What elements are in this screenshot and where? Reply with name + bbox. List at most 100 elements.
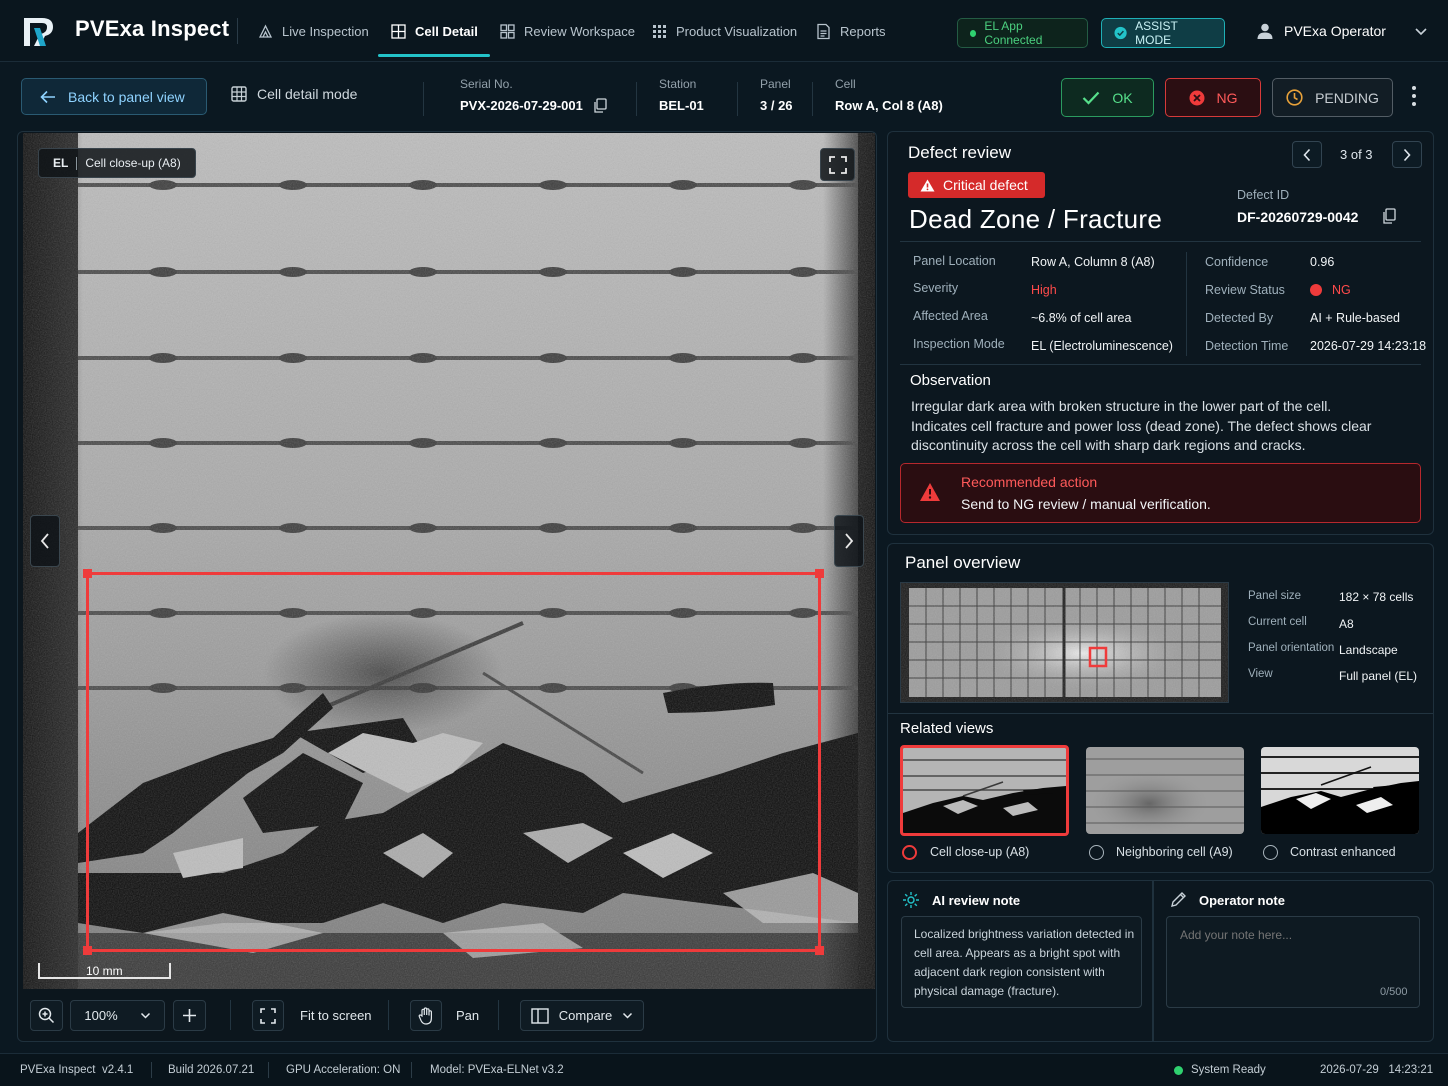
related-view-label[interactable]: Contrast enhanced — [1290, 845, 1396, 859]
dots-grid-icon — [653, 24, 666, 38]
field-value: 2026-07-29 14:23:18 — [1310, 339, 1427, 353]
field-label: Severity — [913, 281, 959, 295]
nav-reports[interactable]: Reports — [815, 0, 886, 62]
next-defect-button[interactable] — [1392, 141, 1422, 168]
field-label: Review Status — [1205, 283, 1285, 297]
orientation-value: Landscape — [1339, 643, 1398, 657]
ai-note-title: AI review note — [932, 893, 1021, 908]
grid-icon — [500, 23, 515, 39]
field-label: Panel orientation — [1248, 642, 1335, 654]
confidence-value: 0.96 — [1310, 255, 1335, 269]
image-mode-badge: EL Cell close-up (A8) — [38, 148, 196, 178]
related-view-radio[interactable] — [1263, 845, 1278, 860]
related-view-thumb[interactable] — [1261, 747, 1419, 834]
defect-pager: 3 of 3 — [1340, 147, 1373, 162]
nav-review-workspace[interactable]: Review Workspace — [499, 0, 635, 62]
fit-screen-icon — [260, 1007, 276, 1024]
current-cell-value: A8 — [1339, 617, 1354, 631]
ai-note-text: Localized brightness variation detected … — [914, 927, 1135, 998]
status-dot-icon — [970, 29, 977, 37]
el-connection-status: EL App Connected — [957, 18, 1088, 48]
pan-button[interactable] — [410, 1000, 442, 1031]
fullscreen-button[interactable] — [820, 148, 855, 181]
related-views-title: Related views — [900, 720, 994, 737]
ng-button[interactable]: NG — [1165, 78, 1261, 117]
pending-button[interactable]: PENDING — [1272, 78, 1393, 117]
copy-icon[interactable] — [593, 98, 607, 113]
zoom-select[interactable]: 100% — [70, 1000, 165, 1031]
prev-image-button[interactable] — [30, 515, 60, 567]
cell-value: Row A, Col 8 (A8) — [835, 98, 943, 113]
x-circle-icon — [1189, 90, 1204, 105]
chevron-left-icon — [40, 533, 49, 549]
chevron-right-icon — [1403, 148, 1411, 161]
field-label: Detected By — [1205, 311, 1274, 325]
assist-mode-button[interactable]: ASSIST MODE — [1101, 18, 1225, 48]
user-icon — [1257, 23, 1273, 39]
prev-defect-button[interactable] — [1292, 141, 1322, 168]
related-view-label[interactable]: Cell close-up (A8) — [930, 845, 1029, 859]
pan-label[interactable]: Pan — [456, 1008, 479, 1023]
field-value: Row A, Column 8 (A8) — [1031, 255, 1155, 269]
severity-value: High — [1031, 283, 1057, 297]
scale-label: 10 mm — [86, 964, 123, 978]
warning-icon — [919, 482, 941, 502]
hand-icon — [418, 1006, 432, 1025]
panel-info: Panel 3 / 26 — [760, 77, 793, 113]
app-logo — [20, 12, 58, 50]
check-icon — [1083, 91, 1100, 105]
pencil-icon — [1170, 891, 1187, 908]
status-bar: PVExa Inspect v2.4.1 Build 2026.07.21 GP… — [0, 1053, 1448, 1086]
status-model: Model: PVExa-ELNet v3.2 — [430, 1064, 564, 1076]
char-counter: 0/500 — [1380, 986, 1408, 998]
related-view-radio[interactable] — [1089, 845, 1104, 860]
zoom-in-icon — [38, 1007, 55, 1024]
user-menu[interactable]: PVExa Operator — [1256, 22, 1428, 40]
serial-info: Serial No. PVX-2026-07-29-001 — [460, 77, 607, 113]
related-view-label[interactable]: Neighboring cell (A9) — [1116, 845, 1233, 859]
field-label: Confidence — [1205, 255, 1269, 269]
plus-icon — [183, 1009, 196, 1022]
more-options-icon[interactable] — [1412, 86, 1416, 106]
check-circle-icon — [1114, 26, 1127, 40]
fit-to-screen-label[interactable]: Fit to screen — [300, 1008, 372, 1023]
grid-detail-icon — [391, 23, 406, 39]
field-value: EL (Electroluminescence) — [1031, 339, 1173, 353]
system-ready-dot-icon — [1174, 1066, 1183, 1075]
field-label: Inspection Mode — [913, 337, 1005, 351]
field-value: AI + Rule-based — [1310, 311, 1400, 325]
observation-title: Observation — [910, 372, 991, 389]
next-image-button[interactable] — [834, 515, 864, 567]
related-view-thumb[interactable] — [900, 745, 1069, 836]
fit-to-screen-button[interactable] — [252, 1000, 284, 1031]
serial-value: PVX-2026-07-29-001 — [460, 98, 583, 113]
status-app-name: PVExa Inspect — [20, 1064, 96, 1076]
field-label: View — [1248, 668, 1273, 680]
chevron-right-icon — [845, 533, 854, 549]
chevron-down-icon — [140, 1012, 150, 1019]
nav-live-inspection[interactable]: Live Inspection — [257, 0, 369, 62]
status-system: System Ready — [1191, 1064, 1266, 1076]
zoom-in-button[interactable] — [30, 1000, 63, 1031]
clock-icon — [1286, 89, 1303, 106]
field-value: ~6.8% of cell area — [1031, 311, 1132, 325]
related-view-radio[interactable] — [902, 845, 917, 860]
defect-bounding-box[interactable] — [86, 572, 821, 952]
station-value: BEL-01 — [659, 98, 704, 113]
compare-dropdown[interactable]: Compare — [520, 1000, 644, 1031]
add-button[interactable] — [173, 1000, 206, 1031]
field-label: Detection Time — [1205, 339, 1289, 353]
fullscreen-icon — [828, 155, 847, 174]
copy-id-icon[interactable] — [1382, 208, 1396, 224]
defect-id-label: Defect ID — [1237, 188, 1290, 202]
defect-title: Dead Zone / Fracture — [909, 204, 1163, 234]
nav-product-visualization[interactable]: Product Visualization — [651, 0, 797, 62]
status-dot-icon — [1310, 284, 1322, 296]
field-label: Panel Location — [913, 254, 996, 268]
back-to-panel-button[interactable]: Back to panel view — [21, 78, 207, 115]
related-view-thumb[interactable] — [1086, 747, 1244, 834]
ok-button[interactable]: OK — [1061, 78, 1154, 117]
panel-overview-map[interactable] — [900, 582, 1229, 703]
nav-cell-detail[interactable]: Cell Detail — [378, 0, 490, 62]
chevron-down-icon — [623, 1012, 633, 1019]
